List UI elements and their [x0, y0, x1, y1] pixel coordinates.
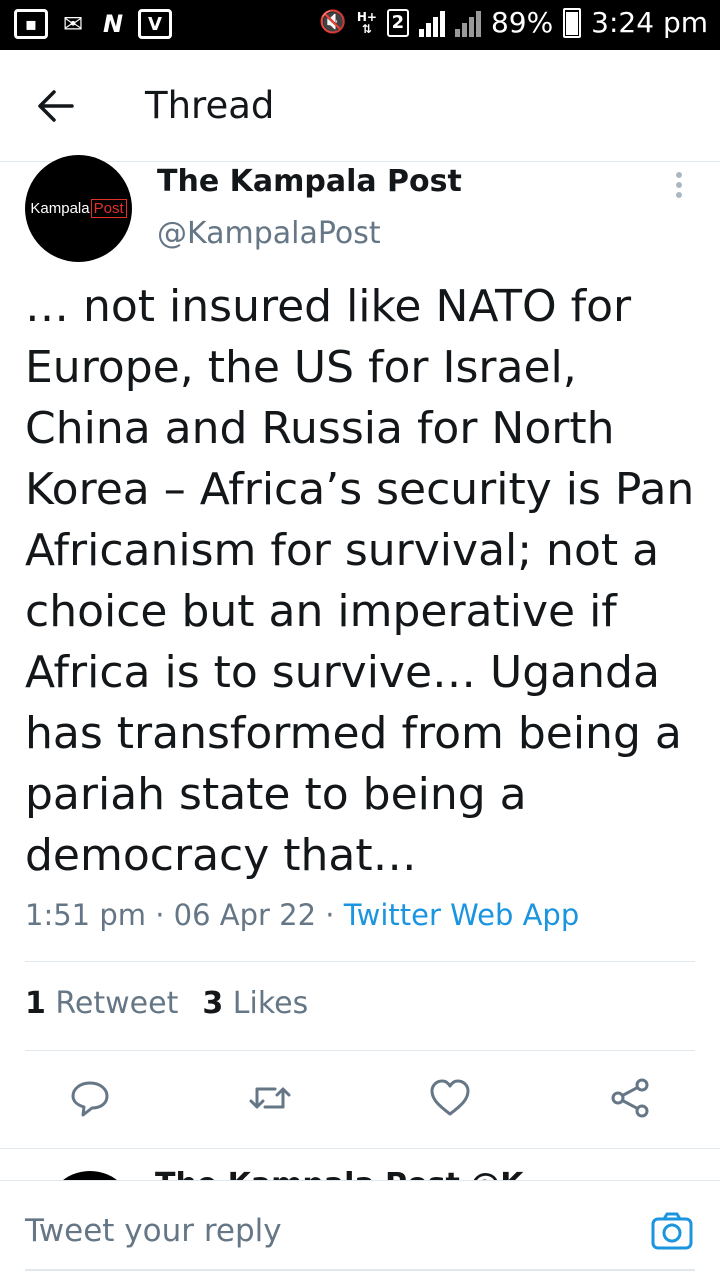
gallery-notification-icon: ▪: [14, 9, 48, 39]
clock: 3:24 pm: [591, 6, 708, 39]
mute-icon: 🔇: [319, 10, 347, 35]
retweet-icon: [249, 1087, 291, 1109]
reply-icon: [71, 1081, 109, 1117]
sim-slot-icon: 2: [386, 8, 409, 37]
tweet-stats: 1 Retweet 3 Likes: [25, 986, 308, 1021]
system-icons: 🔇 H+ ⇅ 2 89% 3:24 pm: [319, 6, 708, 39]
heart-icon: [430, 1079, 470, 1116]
tweet-date: 06 Apr 22: [173, 898, 317, 932]
more-options-icon[interactable]: [674, 172, 684, 202]
share-icon: [611, 1078, 649, 1118]
reply-button[interactable]: [62, 1070, 118, 1126]
v-app-notification-icon: V: [138, 9, 172, 39]
signal-icon-2: [454, 9, 481, 37]
like-button[interactable]: [422, 1070, 478, 1126]
n-app-notification-icon: N: [102, 10, 124, 38]
page-title: Thread: [145, 84, 275, 127]
signal-icon: [418, 9, 445, 37]
divider: [25, 1050, 695, 1051]
tweet-actions: [0, 1070, 720, 1130]
reply-underline: [25, 1269, 695, 1271]
tweet-time: 1:51 pm: [25, 898, 146, 932]
divider: [25, 961, 695, 962]
mail-notification-icon: ✉: [62, 10, 84, 38]
status-bar: ▪ ✉ N V 🔇 H+ ⇅ 2 89% 3:24 pm: [0, 0, 720, 50]
retweet-button[interactable]: [242, 1070, 298, 1126]
arrow-left-icon[interactable]: [30, 86, 82, 126]
author-handle[interactable]: @KampalaPost: [157, 216, 381, 251]
battery-percent: 89%: [490, 6, 554, 39]
tweet-meta: 1:51 pm · 06 Apr 22 · Twitter Web App: [25, 898, 580, 932]
tweet-source-link[interactable]: Twitter Web App: [344, 898, 580, 932]
likes-stat[interactable]: 3 Likes: [202, 986, 308, 1021]
battery-icon: [563, 7, 582, 38]
next-tweet-peek[interactable]: The Kampala Post @K: [0, 1148, 720, 1182]
notification-icons: ▪ ✉ N V: [14, 9, 172, 39]
avatar[interactable]: Kampala Post: [25, 155, 132, 262]
retweet-stat[interactable]: 1 Retweet: [25, 986, 178, 1021]
reply-composer: Tweet your reply: [0, 1180, 720, 1280]
share-button[interactable]: [602, 1070, 658, 1126]
tweet-text: … not insured like NATO for Europe, the …: [25, 281, 695, 881]
reply-input[interactable]: Tweet your reply: [25, 1213, 282, 1249]
network-type-icon: H+ ⇅: [356, 9, 377, 36]
camera-icon[interactable]: [650, 1211, 694, 1251]
author-name[interactable]: The Kampala Post: [157, 164, 462, 199]
avatar-logo: Kampala Post: [30, 199, 127, 218]
app-bar: Thread: [0, 50, 720, 162]
